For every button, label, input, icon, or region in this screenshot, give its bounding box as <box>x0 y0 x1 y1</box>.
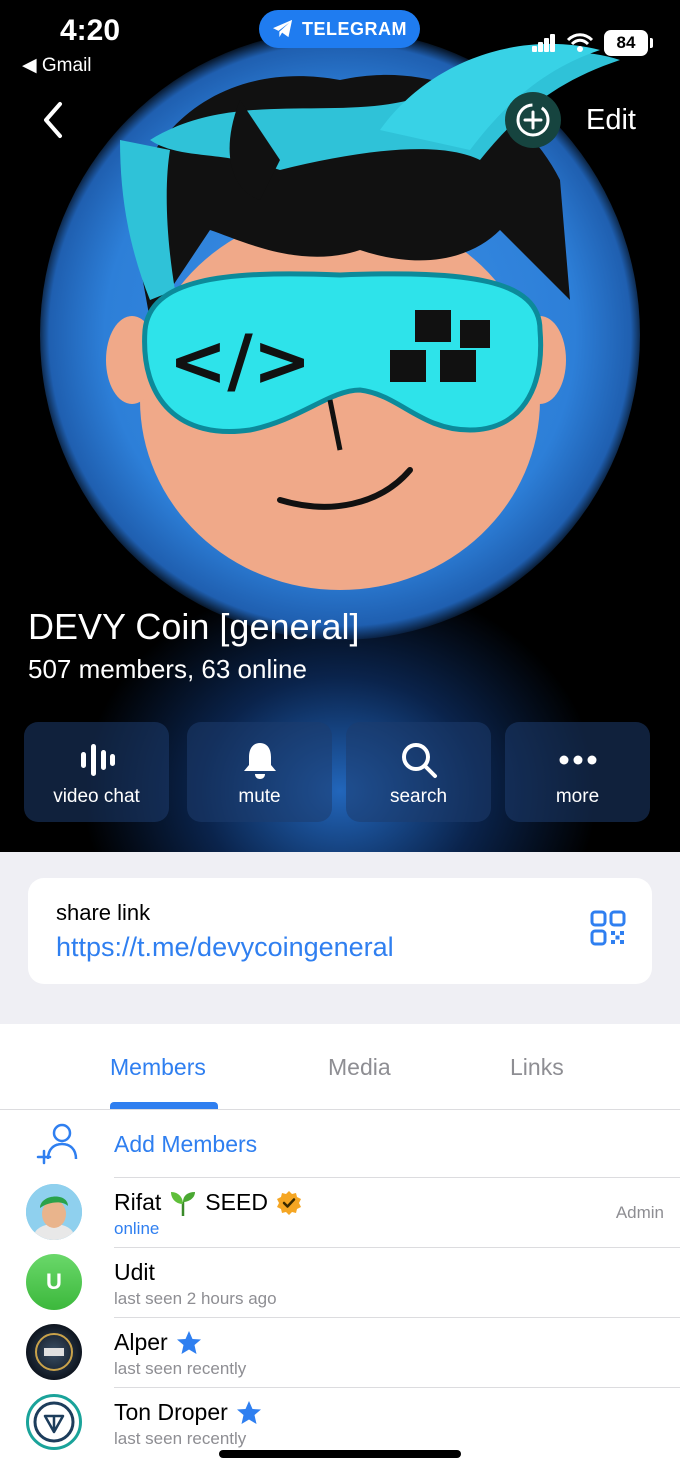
premium-star-icon <box>236 1400 261 1424</box>
more-button[interactable]: more <box>505 722 650 822</box>
avatar: U <box>26 1254 82 1310</box>
cartoon-avatar-icon <box>26 1184 82 1240</box>
member-name-text: Rifat <box>114 1189 162 1215</box>
member-name-text: Alper <box>114 1329 168 1355</box>
member-name-text: Udit <box>114 1259 155 1285</box>
member-name: Rifat SEED <box>114 1189 302 1216</box>
cellular-signal-icon <box>532 34 555 52</box>
member-name: Ton Droper <box>114 1399 262 1426</box>
avatar <box>26 1184 82 1240</box>
member-row-rifat[interactable]: Rifat SEED online Admin <box>0 1177 680 1247</box>
add-members-row[interactable]: Add Members <box>0 1111 680 1177</box>
group-avatar-image: </> <box>106 43 620 590</box>
telegram-pill[interactable]: TELEGRAM <box>259 10 420 48</box>
verified-badge-icon <box>276 1190 301 1215</box>
home-indicator[interactable] <box>219 1450 461 1458</box>
profile-header: </> 4:20 ◀ Gmail TELEGRAM 84 Edit DEVY C… <box>0 0 680 852</box>
svg-text:</>: </> <box>169 320 312 402</box>
member-status: last seen recently <box>114 1429 247 1448</box>
system-icons: 84 <box>532 30 653 56</box>
member-name: Udit <box>114 1259 155 1286</box>
video-chat-label: video chat <box>53 786 140 807</box>
bell-icon <box>243 743 276 779</box>
edit-button[interactable]: Edit <box>586 104 636 137</box>
active-tab-indicator <box>110 1102 218 1109</box>
share-link-card[interactable]: share link https://t.me/devycoingeneral <box>28 878 652 984</box>
back-app-label: Gmail <box>41 55 92 76</box>
battery-indicator: 84 <box>604 30 653 56</box>
wifi-icon <box>566 33 594 52</box>
waveform-icon <box>80 744 115 776</box>
seedling-icon <box>171 1191 196 1216</box>
tab-members[interactable]: Members <box>110 1054 206 1081</box>
tab-links[interactable]: Links <box>510 1054 564 1081</box>
video-chat-button[interactable]: video chat <box>24 722 169 822</box>
member-row-ton-droper[interactable]: Ton Droper last seen recently <box>0 1387 680 1457</box>
qr-code-icon[interactable] <box>590 910 626 946</box>
member-row-udit[interactable]: U Udit last seen 2 hours ago <box>0 1247 680 1317</box>
mute-label: mute <box>238 786 281 807</box>
member-name-text: Ton Droper <box>114 1399 228 1425</box>
telegram-pill-label: TELEGRAM <box>302 18 407 39</box>
mute-button[interactable]: mute <box>187 722 332 822</box>
avatar <box>26 1394 82 1450</box>
add-story-button[interactable] <box>505 92 561 148</box>
back-triangle-icon: ◀ <box>22 55 37 76</box>
add-circle-icon <box>516 103 550 137</box>
share-link-url[interactable]: https://t.me/devycoingeneral <box>56 932 394 963</box>
profile-tabs: Members Media Links <box>0 1024 680 1110</box>
member-status: last seen 2 hours ago <box>114 1289 277 1308</box>
more-icon <box>559 755 596 765</box>
back-chevron-icon[interactable] <box>38 100 68 140</box>
status-bar: 4:20 ◀ Gmail TELEGRAM 84 <box>0 0 680 90</box>
avatar <box>26 1324 82 1380</box>
ton-logo-icon <box>33 1401 75 1443</box>
group-member-count: 507 members, 63 online <box>28 654 307 684</box>
premium-star-icon <box>176 1330 201 1354</box>
action-buttons: video chat mute search more <box>24 722 680 822</box>
tab-media[interactable]: Media <box>328 1054 391 1081</box>
search-icon <box>401 743 437 778</box>
telegram-plane-icon <box>273 19 293 38</box>
member-status: online <box>114 1219 160 1238</box>
add-user-icon <box>36 1123 78 1165</box>
share-link-label: share link <box>56 900 151 925</box>
search-button[interactable]: search <box>346 722 491 822</box>
status-time: 4:20 <box>60 14 121 47</box>
add-members-label: Add Members <box>114 1131 258 1157</box>
member-name: Alper <box>114 1329 202 1356</box>
logo-avatar-icon <box>35 1333 73 1371</box>
group-title: DEVY Coin [general] <box>28 606 360 647</box>
back-to-app-link[interactable]: ◀ Gmail <box>22 54 92 77</box>
member-tag-text: SEED <box>205 1189 268 1215</box>
search-label: search <box>389 786 448 807</box>
more-label: more <box>555 786 600 807</box>
member-row-alper[interactable]: Alper last seen recently <box>0 1317 680 1387</box>
member-status: last seen recently <box>114 1359 247 1378</box>
member-role: Admin <box>615 1203 664 1222</box>
